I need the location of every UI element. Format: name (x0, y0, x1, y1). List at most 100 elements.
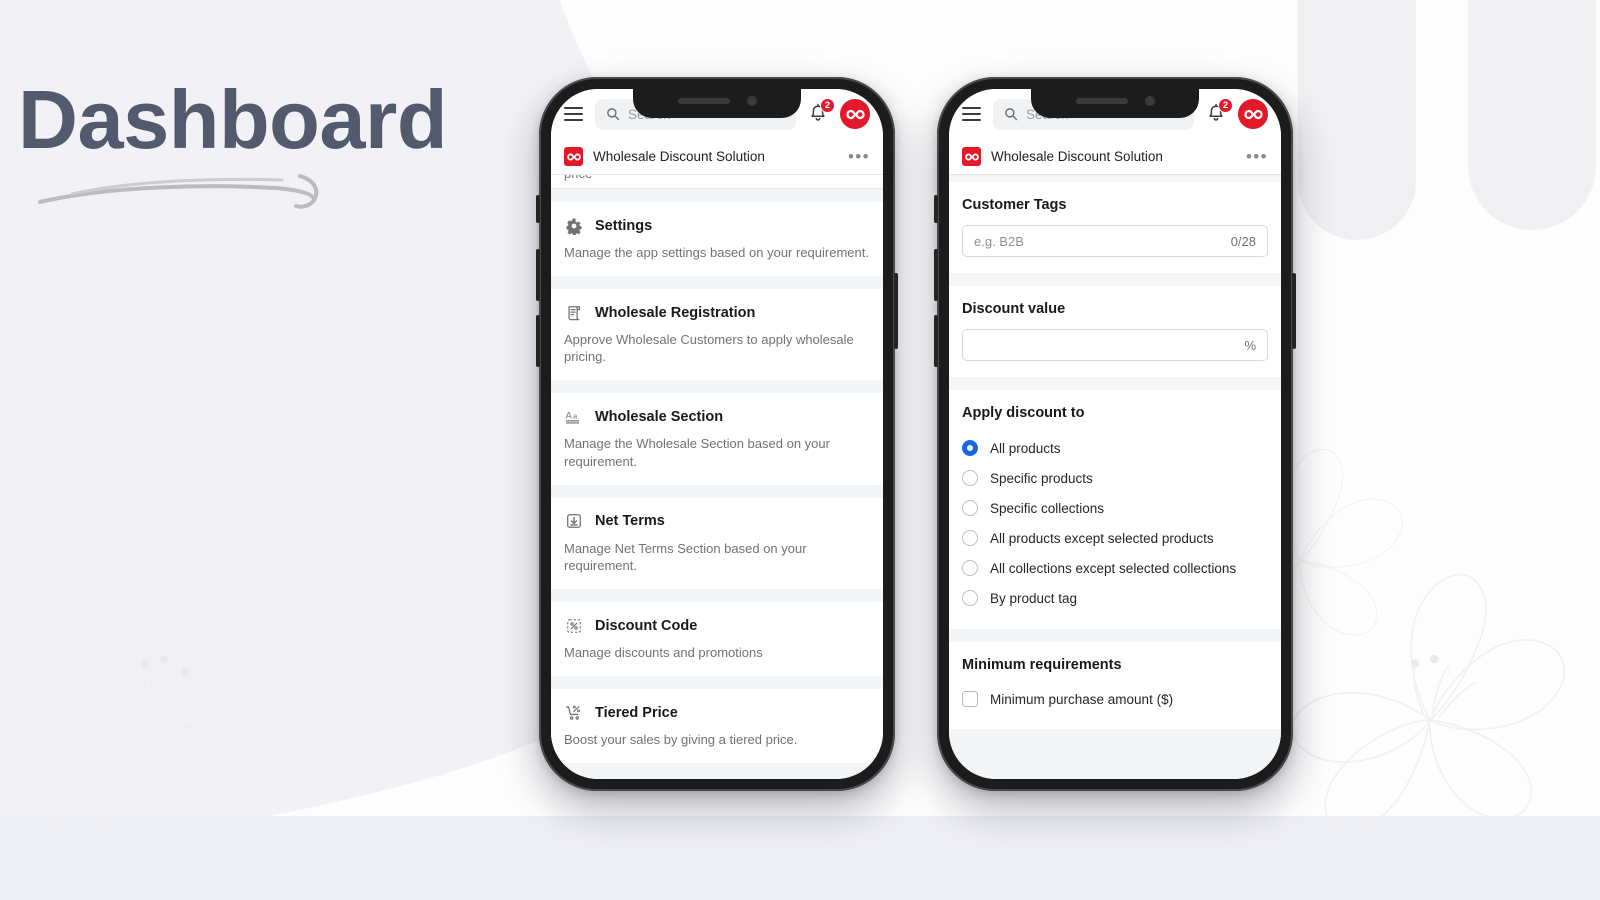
phone-screen-right: Search 2 Wholesal (949, 89, 1281, 779)
overflow-menu-button[interactable]: ••• (1246, 148, 1268, 165)
card-title: Discount Code (595, 617, 698, 634)
page-title: Dashboard (18, 73, 448, 166)
radio-label: All products (990, 440, 1061, 456)
gear-icon (564, 216, 583, 235)
radio-label: All collections except selected collecti… (990, 560, 1237, 576)
card-description: Manage the Wholesale Section based on yo… (564, 436, 830, 469)
radio-option-specific-collections[interactable]: Specific collections (962, 493, 1268, 523)
infinity-logo-icon (964, 153, 979, 160)
notifications-button[interactable]: 2 (808, 98, 835, 125)
card-title: Wholesale Registration (595, 304, 756, 321)
title-swoosh-decoration (38, 174, 319, 209)
radio-label: By product tag (990, 590, 1078, 606)
avatar[interactable] (1238, 99, 1268, 129)
section-title: Apply discount to (962, 405, 1085, 421)
volume-down-button[interactable] (934, 315, 938, 367)
silent-switch[interactable] (536, 195, 540, 223)
section-gap (551, 276, 883, 290)
discount-form[interactable]: Customer Tags e.g. B2B 0/28 Discount val… (949, 175, 1281, 779)
app-header-bar: Wholesale Discount Solution ••• (949, 139, 1281, 175)
overflow-menu-button[interactable]: ••• (848, 148, 870, 165)
radio-label: Specific collections (990, 500, 1105, 516)
section-title: Minimum requirements (962, 657, 1122, 673)
volume-down-button[interactable] (536, 315, 540, 367)
discount-percent-icon (564, 616, 583, 635)
section-gap (551, 189, 883, 202)
volume-up-button[interactable] (934, 249, 938, 301)
dashboard-card-tiered-price[interactable]: Tiered Price Boost your sales by giving … (551, 689, 883, 764)
avatar[interactable] (840, 99, 870, 129)
dashboard-card-wholesale-section[interactable]: A a Wholesale Section Manage the Wholesa… (551, 393, 883, 485)
phone-screen-left: Search 2 Who (551, 89, 883, 779)
card-description: Manage Net Terms Section based on your r… (564, 540, 807, 573)
front-camera (1144, 96, 1155, 106)
customer-tags-counter: 0/28 (1230, 233, 1256, 249)
section-gap (551, 589, 883, 603)
hamburger-menu-icon[interactable] (962, 107, 981, 121)
svg-text:A: A (565, 410, 572, 421)
dashboard-card-net-terms[interactable]: Net Terms Manage Net Terms Section based… (551, 497, 883, 590)
app-title: Wholesale Discount Solution (593, 149, 765, 164)
radio-icon (962, 530, 978, 546)
notification-badge: 2 (820, 98, 835, 113)
card-description: Manage the app settings based on your re… (564, 245, 869, 260)
card-title: Settings (595, 217, 653, 234)
section-apply-discount-to: Apply discount to All products Specific … (949, 390, 1281, 629)
power-button[interactable] (1292, 273, 1296, 349)
phone-notch (1031, 89, 1199, 118)
earpiece-speaker (677, 98, 730, 104)
power-button[interactable] (894, 273, 898, 349)
section-gap (949, 273, 1281, 286)
page-title-block: Dashboard (14, 73, 534, 209)
radio-option-all-except-collections[interactable]: All collections except selected collecti… (962, 553, 1268, 583)
typography-aa-icon: A a (564, 407, 583, 426)
search-icon (1005, 108, 1018, 121)
radio-label: All products except selected products (990, 530, 1214, 546)
section-gap (551, 380, 883, 394)
checkbox-icon (962, 691, 978, 707)
section-gap (551, 676, 883, 690)
notifications-button[interactable]: 2 (1206, 98, 1233, 125)
section-gap (949, 629, 1281, 642)
dashboard-card-list[interactable]: price Settings Manage the app settings b… (551, 175, 883, 779)
hamburger-menu-icon[interactable] (564, 107, 583, 121)
section-title: Customer Tags (962, 197, 1067, 213)
earpiece-speaker (1075, 98, 1128, 104)
percent-suffix: % (1244, 337, 1256, 353)
radio-icon (962, 470, 978, 486)
radio-option-all-except-products[interactable]: All products except selected products (962, 523, 1268, 553)
section-gap (949, 175, 1281, 182)
checkbox-label: Minimum purchase amount ($) (990, 691, 1174, 707)
volume-up-button[interactable] (536, 249, 540, 301)
section-gap (551, 484, 883, 498)
dashboard-card-discount-code[interactable]: Discount Code Manage discounts and promo… (551, 602, 883, 677)
search-icon (607, 108, 620, 121)
silent-switch[interactable] (934, 195, 938, 223)
infinity-logo-icon (845, 109, 865, 119)
customer-tags-input[interactable]: e.g. B2B 0/28 (962, 225, 1268, 257)
card-title: Tiered Price (595, 704, 678, 721)
phone-mockup-left: Search 2 Who (536, 77, 898, 791)
section-gap (949, 377, 1281, 390)
radio-option-all-products[interactable]: All products (962, 433, 1268, 463)
card-title: Wholesale Section (595, 408, 724, 425)
radio-option-by-product-tag[interactable]: By product tag (962, 583, 1268, 613)
checkbox-minimum-purchase-amount[interactable]: Minimum purchase amount ($) (962, 685, 1268, 713)
app-icon-tile (962, 147, 981, 166)
infinity-logo-icon (566, 153, 581, 160)
card-title: Net Terms (595, 513, 665, 530)
cart-percent-icon (564, 703, 583, 722)
app-icon-tile (564, 147, 583, 166)
dashboard-card-settings[interactable]: Settings Manage the app settings based o… (551, 202, 883, 277)
clipped-text-fragment: price (551, 175, 883, 188)
svg-text:a: a (573, 411, 577, 420)
discount-value-input[interactable]: % (962, 329, 1268, 361)
app-title: Wholesale Discount Solution (991, 149, 1163, 164)
radio-option-specific-products[interactable]: Specific products (962, 463, 1268, 493)
section-title: Discount value (962, 301, 1066, 317)
radio-label: Specific products (990, 470, 1093, 486)
scroll-document-icon (564, 303, 583, 322)
card-description: Boost your sales by giving a tiered pric… (564, 732, 798, 748)
dashboard-card-wholesale-registration[interactable]: Wholesale Registration Approve Wholesale… (551, 289, 883, 381)
radio-icon (962, 560, 978, 576)
